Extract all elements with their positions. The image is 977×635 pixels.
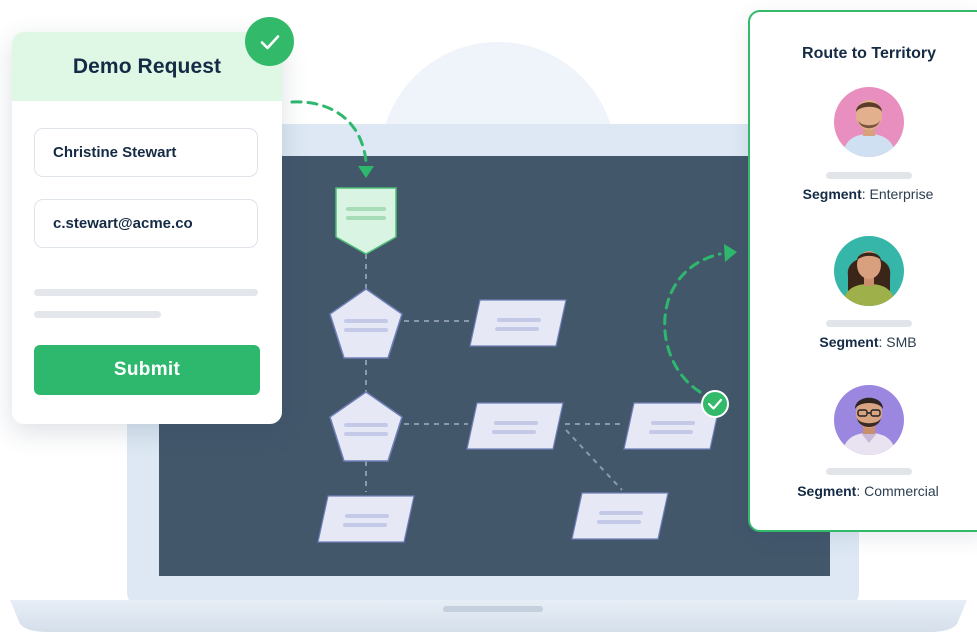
flow-task-node [317, 495, 415, 543]
form-header: Demo Request [12, 32, 282, 101]
segment-placeholder-line [826, 320, 912, 327]
flow-task-node [469, 299, 567, 347]
segment-enterprise: Segment: Enterprise [802, 186, 934, 202]
placeholder-line [34, 289, 258, 296]
flow-task-node [466, 402, 564, 450]
submit-button[interactable]: Submit [34, 345, 260, 395]
segment-placeholder-line [826, 468, 912, 475]
email-field[interactable]: c.stewart@acme.co [34, 199, 258, 248]
rep-avatar-enterprise [834, 87, 904, 157]
name-field[interactable]: Christine Stewart [34, 128, 258, 177]
route-to-territory-card: Route to Territory Segment: Enterprise S… [748, 10, 977, 532]
laptop-base [10, 600, 967, 632]
flow-task-node [571, 492, 669, 540]
rep-avatar-smb [834, 236, 904, 306]
check-icon [245, 17, 294, 66]
rep-avatar-commercial [834, 385, 904, 455]
segment-placeholder-line [826, 172, 912, 179]
laptop-notch [443, 606, 543, 612]
form-title: Demo Request [72, 54, 222, 78]
segment-commercial: Segment: Commercial [797, 483, 939, 499]
segment-smb: Segment: SMB [819, 334, 917, 350]
demo-request-form: Demo Request Christine Stewart c.stewart… [12, 32, 282, 424]
routed-check-icon [701, 390, 729, 418]
route-title: Route to Territory [802, 45, 936, 62]
placeholder-line [34, 311, 161, 318]
